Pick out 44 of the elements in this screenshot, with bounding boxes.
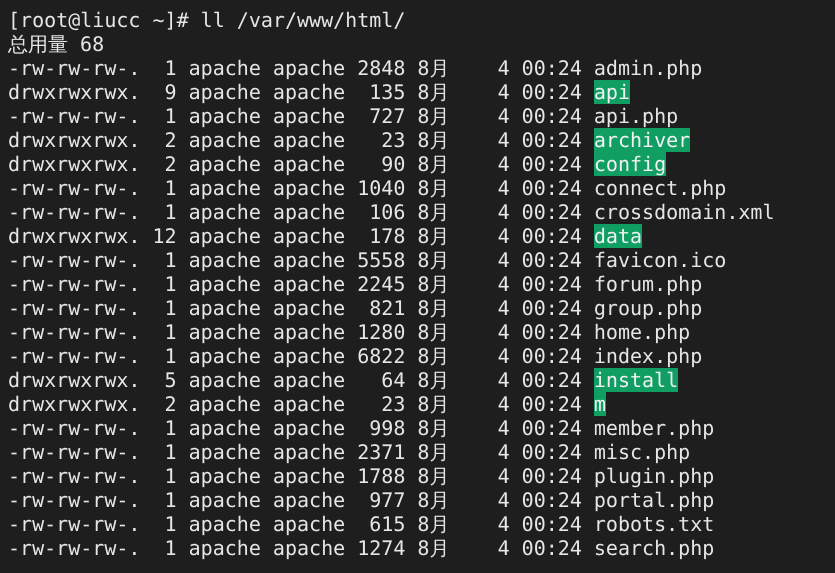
listing-details: -rw-rw-rw-. 1 apache apache 106 8月 4 00:24 (8, 200, 582, 224)
listing-details: -rw-rw-rw-. 1 apache apache 821 8月 4 00:24 (8, 296, 582, 320)
listing-details: -rw-rw-rw-. 1 apache apache 998 8月 4 00:24 (8, 416, 582, 440)
listing-details: -rw-rw-rw-. 1 apache apache 1788 8月 4 00:24 (8, 464, 582, 488)
listing-details: -rw-rw-rw-. 1 apache apache 1040 8月 4 00:24 (8, 176, 582, 200)
directory-name: install (594, 368, 678, 392)
listing-details: drwxrwxrwx. 2 apache apache 23 8月 4 00:24 (8, 128, 582, 152)
listing-details: -rw-rw-rw-. 1 apache apache 6822 8月 4 00:24 (8, 344, 582, 368)
file-name: admin.php (594, 56, 702, 80)
listing-details: drwxrwxrwx. 2 apache apache 23 8月 4 00:24 (8, 392, 582, 416)
listing-details: -rw-rw-rw-. 1 apache apache 5558 8月 4 00:24 (8, 248, 582, 272)
listing-details: -rw-rw-rw-. 1 apache apache 977 8月 4 00:24 (8, 488, 582, 512)
file-name: home.php (594, 320, 690, 344)
listing-details: drwxrwxrwx. 12 apache apache 178 8月 4 00:24 (8, 224, 582, 248)
listing-details: drwxrwxrwx. 9 apache apache 135 8月 4 00:24 (8, 80, 582, 104)
listing-details: -rw-rw-rw-. 1 apache apache 1280 8月 4 00:24 (8, 320, 582, 344)
directory-name: api (594, 80, 630, 104)
file-name: group.php (594, 296, 702, 320)
directory-name: m (594, 392, 606, 416)
command-line: [root@liucc ~]# ll /var/www/html/ (8, 8, 406, 32)
listing-details: -rw-rw-rw-. 1 apache apache 1274 8月 4 00:24 (8, 536, 582, 560)
listing-details: -rw-rw-rw-. 1 apache apache 2848 8月 4 00:24 (8, 56, 582, 80)
file-name: connect.php (594, 176, 726, 200)
file-name: search.php (594, 536, 714, 560)
directory-name: config (594, 152, 666, 176)
listing-details: drwxrwxrwx. 5 apache apache 64 8月 4 00:24 (8, 368, 582, 392)
file-name: api.php (594, 104, 678, 128)
file-name: portal.php (594, 488, 714, 512)
file-name: favicon.ico (594, 248, 726, 272)
total-line: 总用量 68 (8, 32, 104, 56)
listing-details: -rw-rw-rw-. 1 apache apache 727 8月 4 00:24 (8, 104, 582, 128)
listing-details: -rw-rw-rw-. 1 apache apache 2371 8月 4 00:24 (8, 440, 582, 464)
listing-details: -rw-rw-rw-. 1 apache apache 2245 8月 4 00:24 (8, 272, 582, 296)
listing-details: drwxrwxrwx. 2 apache apache 90 8月 4 00:24 (8, 152, 582, 176)
file-name: robots.txt (594, 512, 714, 536)
file-name: plugin.php (594, 464, 714, 488)
file-name: crossdomain.xml (594, 200, 775, 224)
file-name: index.php (594, 344, 702, 368)
listing-details: -rw-rw-rw-. 1 apache apache 615 8月 4 00:24 (8, 512, 582, 536)
file-name: member.php (594, 416, 714, 440)
file-name: misc.php (594, 440, 690, 464)
directory-name: data (594, 224, 642, 248)
directory-name: archiver (594, 128, 690, 152)
file-name: forum.php (594, 272, 702, 296)
